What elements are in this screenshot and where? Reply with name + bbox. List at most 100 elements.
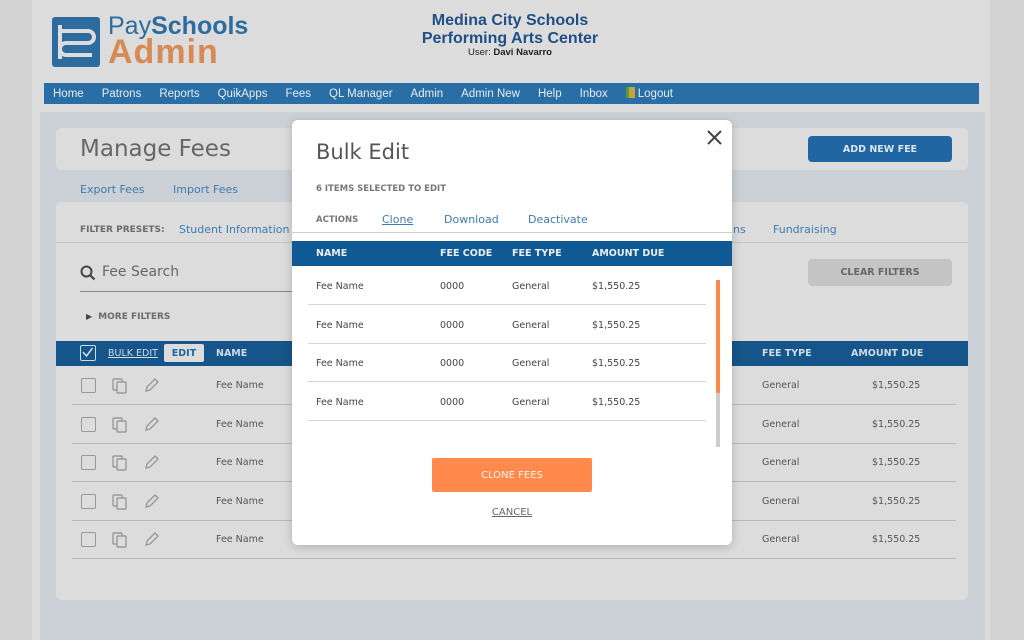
col-amount-due[interactable]: AMOUNT DUE bbox=[851, 348, 923, 359]
amount-due: $1,550.25 bbox=[872, 495, 921, 507]
amount-due: $1,550.25 bbox=[872, 380, 921, 391]
fee-name: Fee Name bbox=[316, 281, 364, 292]
scrollbar-thumb[interactable] bbox=[716, 280, 720, 393]
org-name: Medina City Schools bbox=[431, 12, 589, 29]
import-fees-link[interactable]: Import Fees bbox=[173, 183, 238, 196]
amount-due: $1,550.25 bbox=[592, 358, 641, 369]
more-filters-toggle[interactable]: ▶ MORE FILTERS bbox=[86, 312, 170, 322]
fee-code: 0000 bbox=[440, 396, 465, 408]
copy-icon[interactable] bbox=[112, 532, 128, 548]
clear-filters-button[interactable]: CLEAR FILTERS bbox=[808, 259, 952, 286]
fee-name: Fee Name bbox=[316, 396, 364, 408]
caret-right-icon: ▶ bbox=[86, 312, 93, 321]
nav-reports[interactable]: Reports bbox=[159, 88, 199, 100]
logo-admin-text: Admin bbox=[108, 33, 219, 71]
amount-due: $1,550.25 bbox=[592, 319, 641, 331]
modal-table-header: NAME FEE CODE FEE TYPE AMOUNT DUE bbox=[292, 241, 732, 266]
nav-fees[interactable]: Fees bbox=[285, 88, 311, 100]
fee-code: 0000 bbox=[440, 319, 465, 331]
col-fee-type: FEE TYPE bbox=[512, 248, 562, 259]
fee-name: Fee Name bbox=[216, 380, 264, 391]
fee-type: General bbox=[512, 358, 550, 369]
fee-type: General bbox=[512, 281, 550, 292]
divider bbox=[292, 232, 732, 233]
fee-type: General bbox=[762, 534, 800, 545]
pencil-icon[interactable] bbox=[143, 416, 160, 433]
col-name[interactable]: NAME bbox=[216, 348, 247, 359]
clone-fees-button[interactable]: CLONE FEES bbox=[432, 458, 592, 492]
org-venue: Performing Arts Center bbox=[421, 30, 599, 47]
edit-button[interactable]: EDIT bbox=[164, 344, 204, 362]
main-nav: Home Patrons Reports QuikApps Fees QL Ma… bbox=[44, 83, 979, 104]
fee-type: General bbox=[512, 396, 550, 408]
modal-table-row[interactable]: Fee Name 0000 General $1,550.25 bbox=[308, 344, 706, 382]
preset-partial[interactable]: ns bbox=[733, 223, 746, 236]
col-fee-code: FEE CODE bbox=[440, 248, 493, 259]
nav-quikapps[interactable]: QuikApps bbox=[218, 88, 268, 100]
copy-icon[interactable] bbox=[112, 416, 128, 433]
cancel-link[interactable]: CANCEL bbox=[292, 507, 732, 518]
nav-inbox[interactable]: Inbox bbox=[580, 88, 608, 100]
pencil-icon[interactable] bbox=[143, 377, 160, 394]
col-amount-due: AMOUNT DUE bbox=[592, 248, 665, 259]
scrollbar-track[interactable] bbox=[716, 280, 720, 447]
nav-help[interactable]: Help bbox=[538, 88, 562, 100]
search-icon bbox=[80, 265, 96, 281]
modal-table-row[interactable]: Fee Name 0000 General $1,550.25 bbox=[308, 267, 706, 305]
fee-name: Fee Name bbox=[216, 495, 264, 507]
bulk-edit-link[interactable]: BULK EDIT bbox=[108, 348, 158, 359]
amount-due: $1,550.25 bbox=[592, 281, 641, 292]
action-deactivate[interactable]: Deactivate bbox=[528, 213, 588, 226]
nav-patrons[interactable]: Patrons bbox=[102, 88, 142, 100]
nav-admin[interactable]: Admin bbox=[411, 88, 444, 100]
bulk-edit-modal: Bulk Edit 6 ITEMS SELECTED TO EDIT ACTIO… bbox=[292, 120, 732, 545]
nav-admin-new[interactable]: Admin New bbox=[461, 88, 520, 100]
row-checkbox[interactable] bbox=[81, 493, 96, 509]
copy-icon[interactable] bbox=[112, 455, 128, 471]
copy-icon[interactable] bbox=[112, 378, 128, 394]
fee-name: Fee Name bbox=[316, 358, 364, 369]
modal-table-row[interactable]: Fee Name 0000 General $1,550.25 bbox=[308, 383, 706, 421]
col-name: NAME bbox=[316, 248, 348, 259]
nav-home[interactable]: Home bbox=[53, 88, 84, 100]
action-download[interactable]: Download bbox=[444, 213, 499, 226]
preset-student-information[interactable]: Student Information S bbox=[179, 223, 300, 236]
fee-type: General bbox=[762, 457, 800, 468]
amount-due: $1,550.25 bbox=[872, 418, 921, 430]
fee-name: Fee Name bbox=[216, 418, 264, 430]
user-info: User: Davi Navarro bbox=[468, 47, 552, 58]
fee-name: Fee Name bbox=[216, 457, 264, 468]
nav-logout[interactable]: Logout bbox=[625, 87, 691, 100]
select-all-checkbox[interactable] bbox=[80, 345, 96, 361]
pencil-icon[interactable] bbox=[143, 493, 160, 510]
nav-ql-manager[interactable]: QL Manager bbox=[329, 88, 393, 100]
fee-type: General bbox=[762, 418, 800, 430]
add-new-fee-button[interactable]: ADD NEW FEE bbox=[808, 136, 952, 162]
pencil-icon[interactable] bbox=[143, 531, 160, 548]
export-fees-link[interactable]: Export Fees bbox=[80, 183, 145, 196]
fee-type: General bbox=[762, 495, 800, 507]
row-checkbox[interactable] bbox=[81, 532, 96, 547]
fee-code: 0000 bbox=[440, 281, 465, 292]
page-title: Manage Fees bbox=[80, 136, 231, 162]
fee-name: Fee Name bbox=[316, 319, 364, 331]
preset-fundraising[interactable]: Fundraising bbox=[773, 223, 837, 236]
amount-due: $1,550.25 bbox=[872, 534, 921, 545]
amount-due: $1,550.25 bbox=[872, 457, 921, 468]
modal-table-row[interactable]: Fee Name 0000 General $1,550.25 bbox=[308, 306, 706, 344]
row-checkbox[interactable] bbox=[81, 378, 96, 393]
selected-count: 6 ITEMS SELECTED TO EDIT bbox=[316, 184, 446, 194]
pencil-icon[interactable] bbox=[143, 454, 160, 471]
fee-name: Fee Name bbox=[216, 534, 264, 545]
action-clone[interactable]: Clone bbox=[382, 213, 413, 226]
fee-search-input[interactable]: Fee Search bbox=[80, 262, 310, 292]
row-checkbox[interactable] bbox=[81, 455, 96, 470]
col-fee-type[interactable]: FEE TYPE bbox=[762, 348, 812, 359]
copy-icon[interactable] bbox=[112, 493, 128, 510]
logout-icon bbox=[625, 87, 635, 98]
filter-presets-label: FILTER PRESETS: bbox=[80, 225, 165, 235]
row-checkbox[interactable] bbox=[81, 416, 96, 432]
actions-label: ACTIONS bbox=[316, 215, 359, 225]
logo-mark-icon bbox=[52, 17, 100, 67]
close-icon[interactable] bbox=[707, 130, 722, 145]
